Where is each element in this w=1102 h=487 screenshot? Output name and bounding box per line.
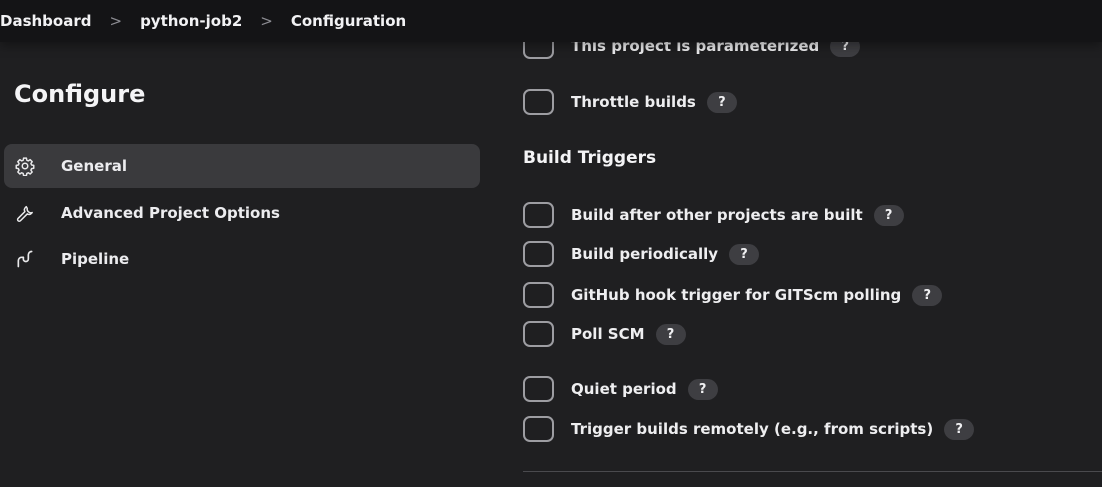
breadcrumb: Dashboard > python-job2 > Configuration [0,12,406,30]
throttle-builds-checkbox[interactable] [523,89,554,115]
build-triggers-heading: Build Triggers [523,148,657,168]
option-build-periodically[interactable]: Build periodically ? [523,241,760,267]
breadcrumb-job[interactable]: python-job2 [140,12,242,30]
help-icon[interactable]: ? [873,204,904,226]
breadcrumb-configuration[interactable]: Configuration [291,12,406,30]
breadcrumb-separator: > [109,12,123,30]
option-trigger-builds-remotely[interactable]: Trigger builds remotely (e.g., from scri… [523,416,975,442]
option-throttle-builds[interactable]: Throttle builds ? [523,89,737,115]
sidebar: Configure General Advanced Project Optio… [0,42,490,487]
build-after-other-projects-checkbox[interactable] [523,202,554,228]
github-hook-trigger-checkbox[interactable] [523,282,554,308]
sidebar-item-pipeline[interactable]: Pipeline [4,237,480,281]
help-icon[interactable]: ? [706,91,737,113]
wrench-icon [14,202,36,224]
quiet-period-checkbox[interactable] [523,376,554,402]
poll-scm-checkbox[interactable] [523,321,554,347]
top-bar: Dashboard > python-job2 > Configuration [0,0,1102,42]
option-label: GitHub hook trigger for GITScm polling [571,286,902,304]
build-periodically-checkbox[interactable] [523,241,554,267]
option-quiet-period[interactable]: Quiet period ? [523,376,718,402]
sidebar-item-label: General [61,157,127,175]
breadcrumb-separator: > [260,12,273,30]
option-label: Throttle builds [571,93,696,111]
pipeline-icon [14,248,36,270]
sidebar-item-general[interactable]: General [4,144,480,188]
sidebar-item-label: Pipeline [61,250,130,268]
option-label: Poll SCM [571,325,645,343]
help-icon[interactable]: ? [655,323,686,345]
help-icon[interactable]: ? [912,284,943,306]
page-title: Configure [14,80,146,108]
option-label: Build after other projects are built [571,206,863,224]
help-icon[interactable]: ? [944,418,975,440]
help-icon[interactable]: ? [729,243,760,265]
sidebar-item-label: Advanced Project Options [61,204,280,222]
option-poll-scm[interactable]: Poll SCM ? [523,321,686,347]
gear-icon [14,155,36,177]
option-github-hook-trigger[interactable]: GitHub hook trigger for GITScm polling ? [523,282,943,308]
trigger-builds-remotely-checkbox[interactable] [523,416,554,442]
option-label: Trigger builds remotely (e.g., from scri… [571,420,934,438]
help-icon[interactable]: ? [687,378,718,400]
sidebar-item-advanced-project-options[interactable]: Advanced Project Options [4,191,480,235]
option-build-after-other-projects[interactable]: Build after other projects are built ? [523,202,904,228]
option-label: Quiet period [571,380,677,398]
breadcrumb-dashboard[interactable]: Dashboard [0,12,91,30]
section-divider [523,471,1102,472]
option-label: Build periodically [571,245,719,263]
